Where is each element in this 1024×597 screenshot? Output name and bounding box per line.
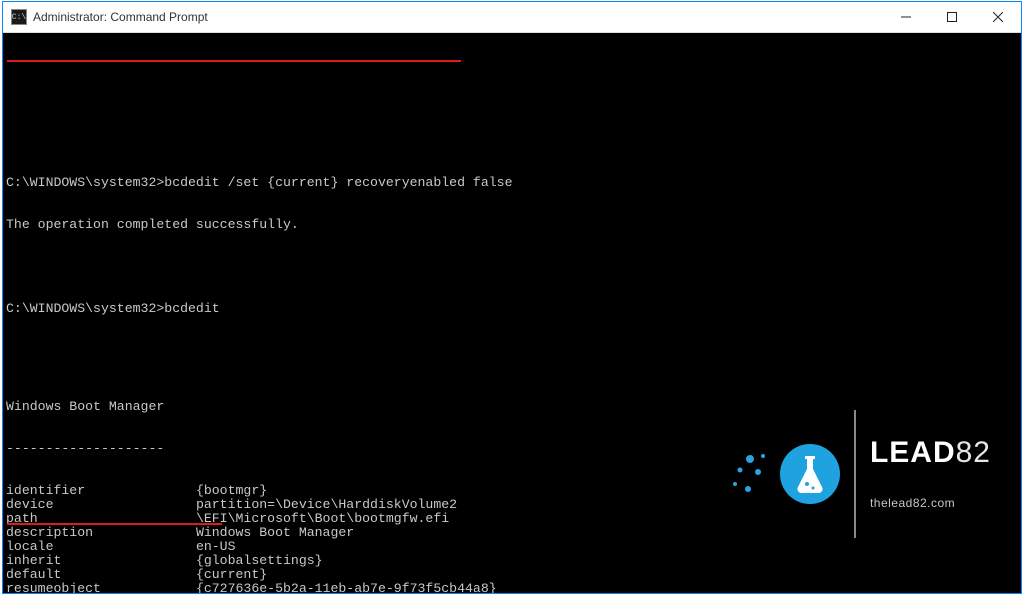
output-text: The operation completed successfully. (6, 217, 299, 232)
kv-value: {bootmgr} (196, 484, 267, 498)
kv-key: identifier (6, 484, 196, 498)
kv-row: device partition=\Device\HarddiskVolume2 (6, 498, 1021, 512)
command-text: bcdedit (164, 301, 219, 316)
terminal-line: C:\WINDOWS\system32>bcdedit (6, 302, 1021, 316)
kv-value: Windows Boot Manager (196, 526, 354, 540)
prompt: C:\WINDOWS\system32> (6, 175, 164, 190)
kv-key: description (6, 526, 196, 540)
app-icon: C:\ (11, 9, 27, 25)
terminal-line (6, 260, 1021, 274)
kv-value: {globalsettings} (196, 554, 323, 568)
command-prompt-window: C:\ Administrator: Command Prompt C:\WIN… (2, 1, 1022, 594)
kv-value: en-US (196, 540, 236, 554)
terminal-line: C:\WINDOWS\system32>bcdedit /set {curren… (6, 176, 1021, 190)
kv-key: locale (6, 540, 196, 554)
highlight-underline (7, 60, 461, 62)
section-title: Windows Boot Manager (6, 400, 1021, 414)
close-button[interactable] (975, 2, 1021, 32)
kv-key: resumeobject (6, 582, 196, 593)
kv-row: inherit {globalsettings} (6, 554, 1021, 568)
window-title: Administrator: Command Prompt (33, 10, 208, 24)
kv-row: default {current} (6, 568, 1021, 582)
maximize-button[interactable] (929, 2, 975, 32)
prompt: C:\WINDOWS\system32> (6, 301, 164, 316)
minimize-button[interactable] (883, 2, 929, 32)
kv-value: {c727636e-5b2a-11eb-ab7e-9f73f5cb44a8} (196, 582, 497, 593)
kv-row: locale en-US (6, 540, 1021, 554)
kv-key: device (6, 498, 196, 512)
section-dashes: -------------------- (6, 442, 1021, 456)
kv-key: default (6, 568, 196, 582)
kv-value: \EFI\Microsoft\Boot\bootmgfw.efi (196, 512, 449, 526)
terminal-output[interactable]: C:\WINDOWS\system32>bcdedit /set {curren… (3, 33, 1021, 593)
command-text: bcdedit /set {current} recoveryenabled f… (164, 175, 512, 190)
terminal-line (6, 134, 1021, 148)
terminal-line (6, 344, 1021, 358)
kv-value: {current} (196, 568, 267, 582)
titlebar[interactable]: C:\ Administrator: Command Prompt (3, 2, 1021, 33)
kv-key: inherit (6, 554, 196, 568)
kv-row: resumeobject {c727636e-5b2a-11eb-ab7e-9f… (6, 582, 1021, 593)
kv-value: partition=\Device\HarddiskVolume2 (196, 498, 457, 512)
kv-row: identifier {bootmgr} (6, 484, 1021, 498)
kv-row: description Windows Boot Manager (6, 526, 1021, 540)
terminal-line: The operation completed successfully. (6, 218, 1021, 232)
highlight-underline (7, 523, 222, 525)
